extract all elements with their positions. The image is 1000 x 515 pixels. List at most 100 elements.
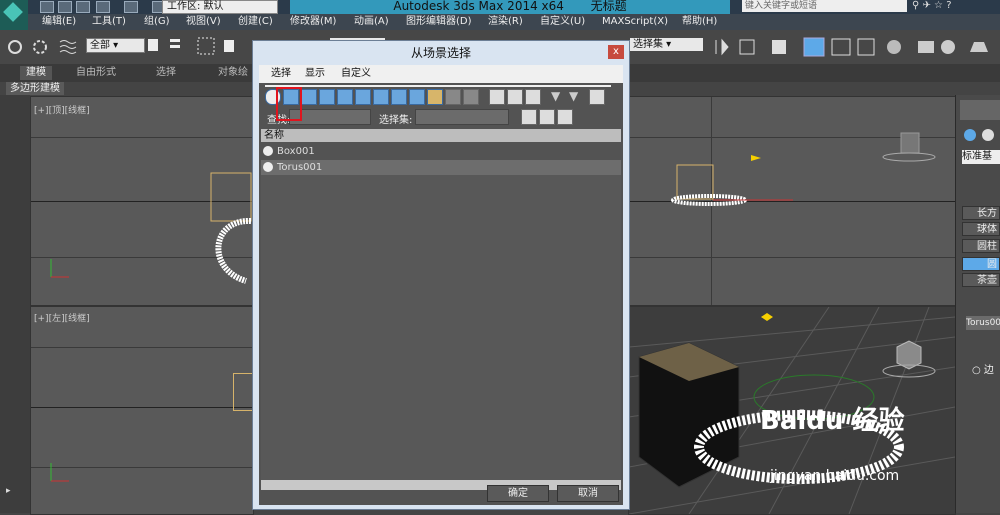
polygon-modeling-panel-label[interactable]: 多边形建模	[6, 82, 64, 95]
menu-maxscript[interactable]: MAXScript(X)	[602, 14, 668, 30]
menu-modifiers[interactable]: 修改器(M)	[290, 14, 336, 30]
selection-filter-dropdown[interactable]: 全部 ▾	[86, 38, 145, 53]
axis-gizmo-icon	[50, 463, 69, 482]
object-list-area[interactable]	[261, 175, 621, 480]
dialog-close-button[interactable]: x	[608, 45, 624, 59]
menu-graph-editors[interactable]: 图形编辑器(D)	[406, 14, 472, 30]
sync-selection-icon[interactable]	[589, 89, 605, 105]
display-helpers-icon[interactable]	[337, 89, 353, 105]
menu-customize[interactable]: 自定义(U)	[540, 14, 585, 30]
list-header-name[interactable]: 名称	[261, 129, 621, 142]
viewport-left[interactable]: [+][左][线框]	[30, 306, 254, 515]
menu-views[interactable]: 视图(V)	[186, 14, 221, 30]
filter-options-icon[interactable]: ▼	[569, 89, 578, 103]
menu-edit[interactable]: 编辑(E)	[42, 14, 76, 30]
ok-button[interactable]: 确定	[487, 485, 549, 502]
create-geometry-icon[interactable]	[962, 127, 998, 143]
list-item[interactable]: Box001	[261, 144, 621, 159]
help-search-input[interactable]: 键入关键字或短语	[742, 0, 907, 12]
cylinder-button[interactable]: 圆柱	[962, 239, 1000, 253]
display-spacewarps-icon[interactable]	[355, 89, 371, 105]
object-name-value: Torus00	[966, 318, 1000, 328]
info-center-icons[interactable]: ⚲ ✈ ☆ ?	[912, 0, 1000, 13]
menu-tools[interactable]: 工具(T)	[92, 14, 126, 30]
viewport-top[interactable]: [+][顶][线框]	[30, 96, 254, 306]
viewport-left-label[interactable]: [+][左][线框]	[34, 311, 90, 324]
display-cameras-icon[interactable]	[319, 89, 335, 105]
filter-icon[interactable]: ▼	[551, 89, 560, 103]
list-item[interactable]: Torus001	[261, 160, 621, 175]
grid-line	[31, 137, 253, 138]
left-side-strip	[0, 95, 30, 513]
torus-wireframe-top	[210, 172, 252, 284]
expand-arrow-icon[interactable]: ▸	[6, 486, 20, 496]
dialog-menu-select[interactable]: 选择	[271, 65, 291, 83]
menu-create[interactable]: 创建(C)	[238, 14, 273, 30]
display-bones-icon[interactable]	[409, 89, 425, 105]
add-to-selection-set-icon[interactable]	[539, 109, 555, 125]
object-type-dropdown[interactable]: 标准基本	[962, 150, 1000, 164]
light-icon-perspective	[761, 313, 773, 321]
display-groups-icon[interactable]	[373, 89, 389, 105]
dialog-menu-customize[interactable]: 自定义	[341, 65, 371, 83]
command-panel-tabs[interactable]	[960, 100, 1000, 120]
menu-group[interactable]: 组(G)	[144, 14, 170, 30]
selection-set-value: 选择集	[633, 39, 663, 50]
edge-radio[interactable]: ○ 边	[972, 361, 994, 376]
cancel-button[interactable]: 取消	[557, 485, 619, 502]
save-selection-set-icon[interactable]	[521, 109, 537, 125]
ribbon-tab-modeling[interactable]: 建模	[20, 66, 52, 80]
viewport-front[interactable]	[628, 96, 956, 306]
grid-line	[31, 347, 253, 348]
geometry-icon	[263, 146, 273, 156]
sphere-button[interactable]: 球体	[962, 222, 1000, 236]
app-title: Autodesk 3ds Max 2014 x64	[393, 0, 564, 13]
selection-set-label: 选择集:	[379, 115, 413, 126]
display-containers-icon[interactable]	[427, 89, 443, 105]
menu-rendering[interactable]: 渲染(R)	[488, 14, 523, 30]
display-frozen-icon[interactable]	[445, 89, 461, 105]
box-button[interactable]: 长方	[962, 206, 1000, 220]
named-selection-set-dropdown[interactable]: 选择集 ▾	[630, 38, 703, 51]
dialog-toolbar-divider	[265, 85, 611, 87]
open-file-icon[interactable]	[58, 1, 72, 13]
remove-from-selection-set-icon[interactable]	[557, 109, 573, 125]
box-button-label: 长方	[977, 208, 997, 219]
select-none-icon[interactable]	[507, 89, 523, 105]
link-tools-icons[interactable]	[6, 38, 80, 58]
viewcube-perspective-icon[interactable]	[877, 335, 937, 383]
dialog-menu-bar: 选择 显示 自定义	[259, 65, 623, 83]
new-file-icon[interactable]	[40, 1, 54, 13]
display-xrefs-icon[interactable]	[391, 89, 407, 105]
torus-button[interactable]: 圆	[962, 257, 1000, 271]
save-file-icon[interactable]	[76, 1, 90, 13]
redo-icon[interactable]	[124, 1, 138, 13]
display-hidden-icon[interactable]	[463, 89, 479, 105]
ribbon-tab-freeform[interactable]: 自由形式	[70, 66, 122, 80]
viewport-top-label[interactable]: [+][顶][线框]	[34, 103, 90, 116]
object-name-field[interactable]: Torus00	[966, 316, 1000, 330]
axis-gizmo-icon	[50, 259, 69, 278]
workspace-dropdown[interactable]: 工作区: 默认	[162, 0, 278, 14]
undo-icon[interactable]	[96, 1, 110, 13]
select-all-icon[interactable]	[489, 89, 505, 105]
3dsmax-logo-icon	[3, 2, 23, 22]
select-invert-icon[interactable]	[525, 89, 541, 105]
app-logo-button[interactable]	[0, 0, 28, 30]
select-tools-icons[interactable]	[146, 36, 246, 58]
menu-animation[interactable]: 动画(A)	[354, 14, 389, 30]
toolbar-right-icons[interactable]	[712, 36, 997, 58]
cylinder-button-label: 圆柱	[977, 241, 997, 252]
ribbon-tab-selection[interactable]: 选择	[150, 66, 182, 80]
menu-help[interactable]: 帮助(H)	[682, 14, 717, 30]
display-lights-icon[interactable]	[301, 89, 317, 105]
annotation-highlight-box	[276, 87, 302, 121]
document-title: 无标题	[590, 0, 627, 13]
list-item-label: Torus001	[277, 162, 323, 173]
dialog-menu-display[interactable]: 显示	[305, 65, 325, 83]
ribbon-tab-object-paint[interactable]: 对象绘	[212, 66, 254, 80]
light-icon	[751, 155, 761, 161]
teapot-button[interactable]: 茶壶	[962, 273, 1000, 287]
selection-set-dropdown[interactable]	[415, 109, 509, 125]
viewcube-icon[interactable]	[879, 127, 939, 167]
